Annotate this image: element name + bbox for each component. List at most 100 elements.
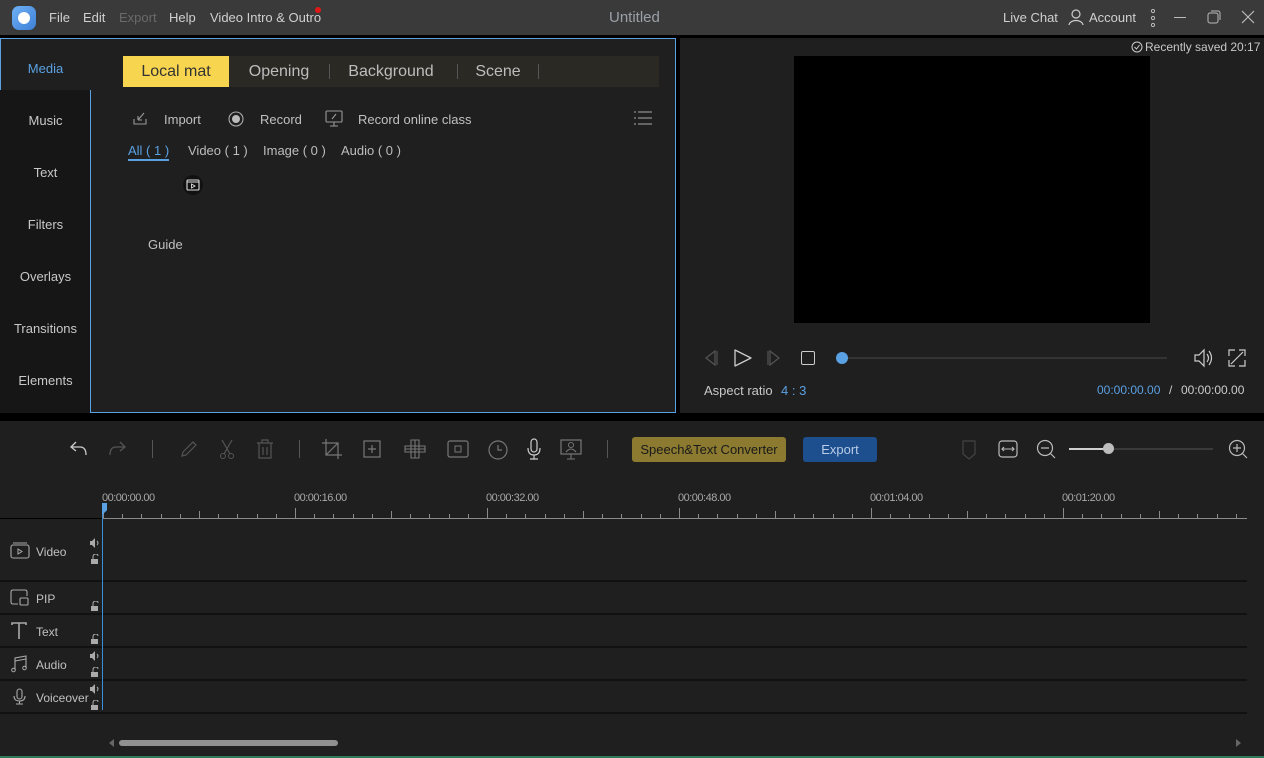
freeze-frame-icon[interactable] — [447, 438, 469, 460]
lock-track-icon[interactable] — [90, 700, 100, 710]
lock-track-icon[interactable] — [90, 634, 100, 644]
sidebar-item-elements[interactable]: Elements — [0, 373, 91, 388]
timeline-ruler[interactable] — [103, 518, 1247, 519]
timeline-scrollbar-thumb[interactable] — [119, 740, 338, 746]
scroll-right-arrow[interactable] — [1236, 739, 1241, 747]
restore-icon[interactable] — [1207, 10, 1221, 24]
mute-track-icon[interactable] — [90, 651, 100, 661]
ruler-tick — [813, 514, 814, 518]
ruler-tick — [257, 514, 258, 518]
redo-icon[interactable] — [106, 438, 128, 460]
record-button[interactable]: Record — [260, 112, 302, 127]
volume-icon[interactable] — [1193, 348, 1215, 368]
mosaic-icon[interactable] — [403, 438, 426, 460]
zoom-out-icon[interactable] — [1036, 439, 1056, 459]
sidebar-item-music[interactable]: Music — [0, 113, 91, 128]
tab-divider — [457, 64, 458, 79]
ruler-tick — [1082, 514, 1083, 518]
sidebar-item-media[interactable]: Media — [0, 61, 91, 76]
tab-local-mat[interactable]: Local mat — [123, 56, 229, 87]
ruler-label: 00:00:48.00 — [678, 492, 731, 504]
duration-clock-icon[interactable] — [487, 438, 509, 460]
ruler-tick — [737, 514, 738, 518]
undo-icon[interactable] — [68, 438, 90, 460]
zoom-frame-icon[interactable] — [361, 438, 383, 460]
menu-edit[interactable]: Edit — [83, 10, 105, 25]
filter-video[interactable]: Video ( 1 ) — [188, 143, 248, 158]
ruler-tick — [583, 511, 584, 518]
filter-all[interactable]: All ( 1 ) — [128, 143, 170, 161]
tab-opening[interactable]: Opening — [235, 56, 323, 87]
mute-track-icon[interactable] — [90, 538, 100, 548]
tab-scene[interactable]: Scene — [467, 56, 529, 87]
export-button[interactable]: Export — [803, 437, 877, 462]
sidebar-item-overlays[interactable]: Overlays — [0, 269, 91, 284]
zoom-in-icon[interactable] — [1228, 439, 1248, 459]
ruler-tick — [679, 508, 680, 518]
account-button[interactable]: Account — [1089, 10, 1136, 25]
filter-image[interactable]: Image ( 0 ) — [263, 143, 326, 158]
ruler-tick — [449, 514, 450, 518]
notification-dot — [315, 7, 321, 13]
minimize-icon[interactable] — [1174, 17, 1186, 18]
list-view-icon[interactable] — [634, 111, 652, 125]
delete-trash-icon[interactable] — [254, 438, 276, 460]
sidebar-item-transitions[interactable]: Transitions — [0, 321, 91, 336]
play-icon[interactable] — [733, 348, 753, 368]
fullscreen-icon[interactable] — [1228, 349, 1246, 367]
ruler-tick — [986, 514, 987, 518]
more-options-icon[interactable] — [1150, 9, 1156, 27]
tab-divider — [329, 64, 330, 79]
aspect-ratio-value[interactable]: 4 : 3 — [781, 383, 806, 398]
sidebar-item-text[interactable]: Text — [0, 165, 91, 180]
menu-export[interactable]: Export — [119, 10, 157, 25]
lock-track-icon[interactable] — [90, 601, 100, 611]
lock-track-icon[interactable] — [90, 554, 100, 564]
scroll-left-arrow[interactable] — [109, 739, 114, 747]
timeline-zoom-handle[interactable] — [1102, 443, 1114, 454]
record-online-class-icon[interactable] — [325, 110, 343, 128]
account-icon[interactable] — [1068, 9, 1084, 25]
close-icon[interactable] — [1241, 10, 1255, 24]
menu-video-intro-outro[interactable]: Video Intro & Outro — [210, 10, 321, 25]
ruler-tick — [410, 514, 411, 518]
fit-timeline-icon[interactable] — [998, 440, 1018, 458]
video-thumbnail-icon[interactable] — [183, 175, 203, 195]
seek-bar[interactable] — [842, 357, 1167, 359]
ruler-tick — [890, 514, 891, 518]
record-icon[interactable] — [228, 111, 244, 127]
crop-icon[interactable] — [321, 438, 343, 460]
save-status: Recently saved 20:17 — [1145, 40, 1261, 54]
record-presentation-icon[interactable] — [560, 438, 582, 460]
menu-file[interactable]: File — [49, 10, 70, 25]
preview-screen[interactable] — [794, 56, 1150, 323]
seek-handle[interactable] — [836, 352, 848, 364]
edit-pencil-icon[interactable] — [178, 438, 200, 460]
track-label-voiceover: Voiceover — [36, 691, 89, 705]
microphone-icon[interactable] — [523, 438, 545, 460]
import-button[interactable]: Import — [164, 112, 201, 127]
ruler-label: 00:00:16.00 — [294, 492, 347, 504]
stop-icon[interactable] — [801, 351, 815, 365]
track-divider — [0, 646, 1247, 648]
next-frame-icon[interactable] — [765, 349, 783, 367]
import-icon[interactable] — [132, 111, 150, 127]
playhead-line[interactable] — [102, 510, 103, 710]
previous-frame-icon[interactable] — [702, 349, 720, 367]
split-scissors-icon[interactable] — [216, 438, 238, 460]
mute-track-icon[interactable] — [90, 684, 100, 694]
media-item-label[interactable]: Guide — [148, 237, 183, 252]
record-online-class-button[interactable]: Record online class — [358, 112, 471, 127]
sidebar-item-filters[interactable]: Filters — [0, 217, 91, 232]
ruler-label: 00:01:20.00 — [1062, 492, 1115, 504]
live-chat-link[interactable]: Live Chat — [1003, 10, 1058, 25]
ruler-tick — [660, 514, 661, 518]
filter-audio[interactable]: Audio ( 0 ) — [341, 143, 401, 158]
marker-icon[interactable] — [962, 440, 976, 460]
tab-background[interactable]: Background — [338, 56, 444, 87]
ruler-tick — [967, 511, 968, 518]
lock-track-icon[interactable] — [90, 667, 100, 677]
speech-text-converter-button[interactable]: Speech&Text Converter — [632, 437, 786, 462]
panel-divider[interactable] — [0, 413, 1264, 421]
menu-help[interactable]: Help — [169, 10, 196, 25]
